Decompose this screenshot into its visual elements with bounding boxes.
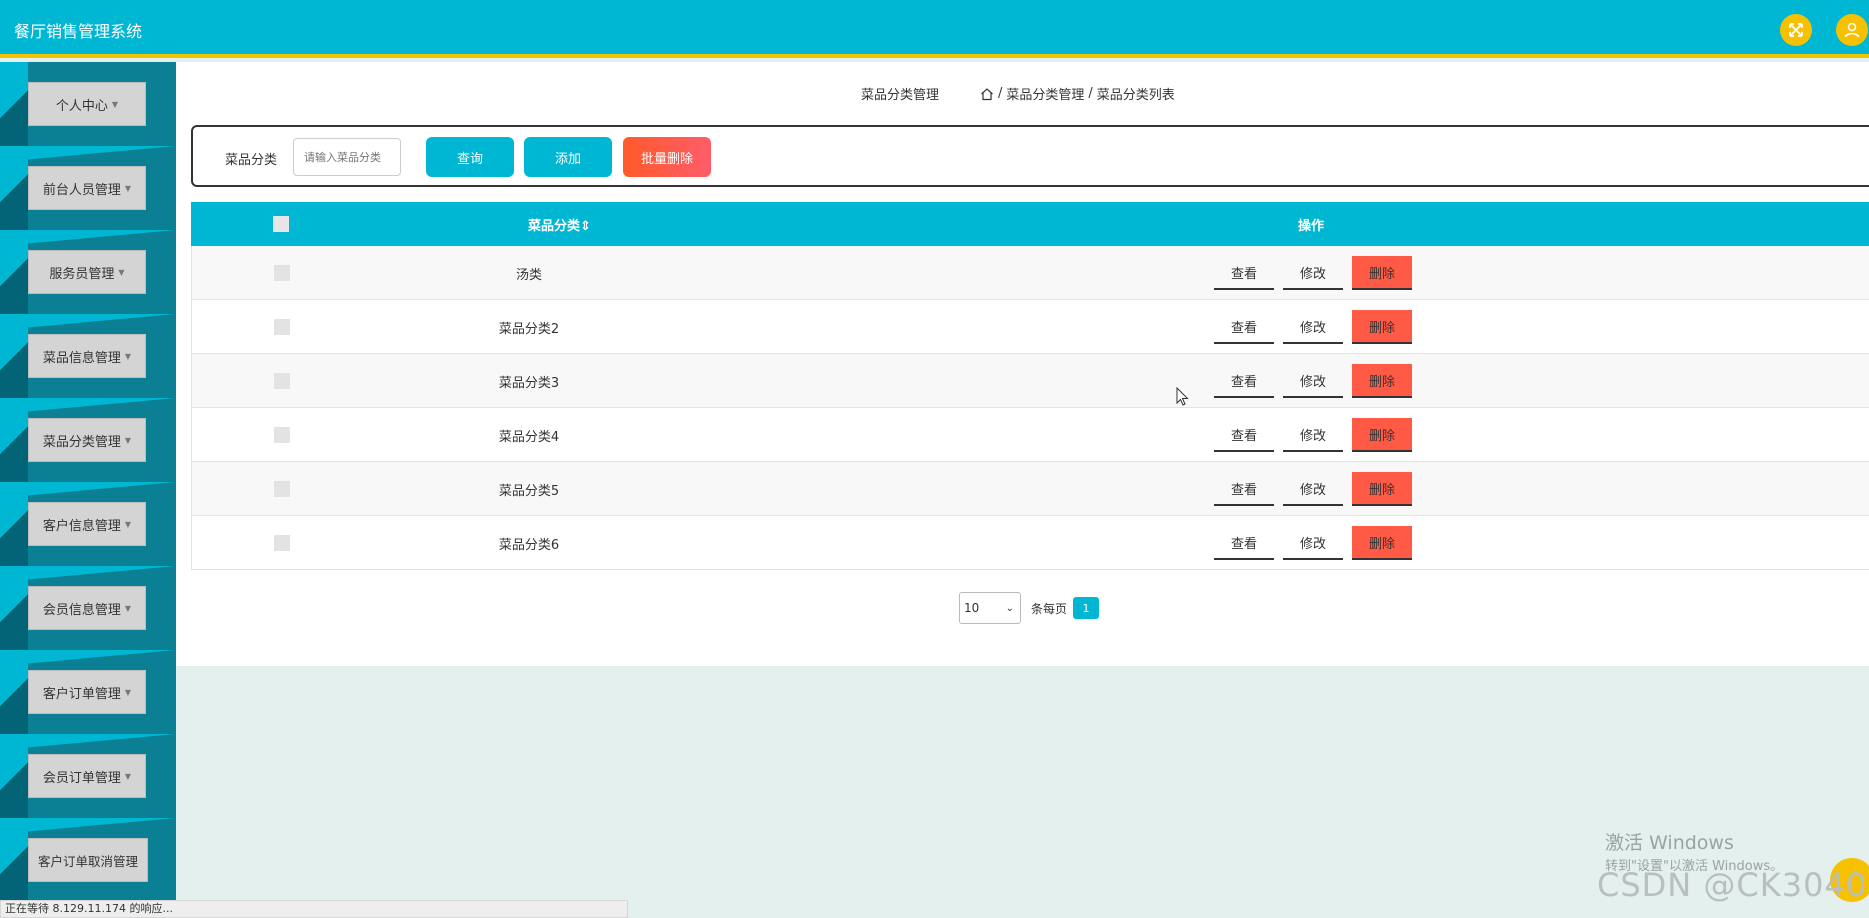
add-button[interactable]: 添加 [524,137,612,177]
sidebar-item-label: 菜品分类管理 [42,434,121,450]
search-label: 菜品分类 [225,153,278,168]
sidebar-item-member-info[interactable]: 会员信息管理 ▼ [0,566,176,650]
row-checkbox[interactable] [274,535,290,551]
category-name-cell: 汤类 [515,268,542,283]
app-title: 餐厅销售管理系统 [14,22,143,41]
edit-button[interactable]: 修改 [1283,256,1343,290]
row-checkbox[interactable] [274,481,290,497]
per-page-label: 条每页 [1031,601,1068,616]
sidebar-item-label: 菜品信息管理 [42,350,121,366]
sidebar: 个人中心 ▼ 前台人员管理 ▼ 服务员管理 ▼ 菜品信息管理 ▼ 菜品分类管理 ▼ 客户信… [0,62,176,918]
sidebar-item-label: 客户订单管理 [42,686,121,702]
row-checkbox[interactable] [274,265,290,281]
top-header: 餐厅销售管理系统 [0,0,1869,58]
sidebar-item-label: 前台人员管理 [42,182,121,198]
view-button[interactable]: 查看 [1214,418,1274,452]
sidebar-item-order-cancel[interactable]: 客户订单取消管理 [0,818,176,902]
sidebar-item-label: 个人中心 [55,98,108,114]
chevron-down-icon: ⌄ [1005,602,1014,614]
search-input[interactable] [293,138,401,176]
sidebar-item-dish-category[interactable]: 菜品分类管理 ▼ [0,398,176,482]
caret-down-icon: ▼ [124,771,132,781]
row-checkbox[interactable] [274,427,290,443]
sidebar-item-label: 客户信息管理 [42,518,121,534]
sidebar-item-front-staff[interactable]: 前台人员管理 ▼ [0,146,176,230]
home-icon[interactable] [980,87,994,101]
category-table: 菜品分类⇕ 操作 汤类 查看 修改 删除 菜品分类2 查看 修改 删除 菜品分类… [191,202,1869,570]
csdn-watermark: CSDN @CK3040 [1597,866,1868,904]
delete-button[interactable]: 删除 [1352,310,1412,344]
view-button[interactable]: 查看 [1214,526,1274,560]
sort-icon[interactable]: ⇕ [580,219,591,234]
caret-down-icon: ▼ [111,99,119,109]
edit-button[interactable]: 修改 [1283,526,1343,560]
sidebar-item-waiter[interactable]: 服务员管理 ▼ [0,230,176,314]
caret-down-icon: ▼ [124,435,132,445]
delete-button[interactable]: 删除 [1352,364,1412,398]
sidebar-item-label: 客户订单取消管理 [37,853,138,869]
windows-activation-title: 激活 Windows [1605,832,1734,854]
caret-down-icon: ▼ [124,687,132,697]
edit-button[interactable]: 修改 [1283,364,1343,398]
sidebar-item-label: 服务员管理 [49,266,115,282]
sidebar-item-member-order[interactable]: 会员订单管理 ▼ [0,734,176,818]
caret-down-icon: ▼ [124,519,132,529]
view-button[interactable]: 查看 [1214,310,1274,344]
delete-button[interactable]: 删除 [1352,472,1412,506]
select-all-checkbox[interactable] [273,216,289,232]
view-button[interactable]: 查看 [1214,256,1274,290]
mouse-cursor-icon [1176,387,1189,406]
category-name-cell: 菜品分类5 [498,484,560,499]
row-checkbox[interactable] [274,373,290,389]
fullscreen-icon [1789,23,1803,37]
column-header-category[interactable]: 菜品分类⇕ [528,215,591,234]
delete-button[interactable]: 删除 [1352,418,1412,452]
sidebar-item-personal-center[interactable]: 个人中心 ▼ [0,62,176,146]
category-name-cell: 菜品分类3 [498,376,560,391]
pagination: 10 ⌄ 条每页 1 [959,592,1100,624]
category-name-cell: 菜品分类6 [498,538,560,553]
sidebar-item-customer-order[interactable]: 客户订单管理 ▼ [0,650,176,734]
fullscreen-button[interactable] [1780,14,1812,46]
table-row: 菜品分类6 查看 修改 删除 [191,516,1869,570]
edit-button[interactable]: 修改 [1283,472,1343,506]
table-row: 菜品分类2 查看 修改 删除 [191,300,1869,354]
query-button[interactable]: 查询 [426,137,514,177]
page-size-select[interactable]: 10 ⌄ [959,592,1021,624]
category-name-cell: 菜品分类4 [498,430,560,445]
caret-down-icon: ▼ [124,603,132,613]
user-button[interactable] [1836,14,1868,46]
table-header: 菜品分类⇕ 操作 [191,202,1869,246]
edit-button[interactable]: 修改 [1283,418,1343,452]
delete-button[interactable]: 删除 [1352,256,1412,290]
table-row: 菜品分类5 查看 修改 删除 [191,462,1869,516]
page-title: 菜品分类管理 [861,88,940,103]
delete-button[interactable]: 删除 [1352,526,1412,560]
breadcrumb: / 菜品分类管理 / 菜品分类列表 [980,84,1175,103]
user-icon [1844,22,1860,38]
page-number-button[interactable]: 1 [1073,597,1100,619]
sidebar-item-dish-info[interactable]: 菜品信息管理 ▼ [0,314,176,398]
column-header-actions: 操作 [1298,219,1325,234]
edit-button[interactable]: 修改 [1283,310,1343,344]
view-button[interactable]: 查看 [1214,472,1274,506]
breadcrumb-item[interactable]: 菜品分类管理 [1006,84,1084,103]
caret-down-icon: ▼ [118,267,125,277]
category-name-cell: 菜品分类2 [498,322,560,337]
caret-down-icon: ▼ [124,183,132,193]
search-panel: 菜品分类 查询 添加 批量删除 [191,125,1869,187]
table-row: 菜品分类4 查看 修改 删除 [191,408,1869,462]
sidebar-item-customer-info[interactable]: 客户信息管理 ▼ [0,482,176,566]
table-row: 汤类 查看 修改 删除 [191,246,1869,300]
caret-down-icon: ▼ [124,351,132,361]
batch-delete-button[interactable]: 批量删除 [623,137,711,177]
main-content: 菜品分类管理 / 菜品分类管理 / 菜品分类列表 菜品分类 查询 添加 批量删除… [176,62,1869,666]
browser-status-bar: 正在等待 8.129.11.174 的响应... [0,900,628,918]
table-row: 菜品分类3 查看 修改 删除 [191,354,1869,408]
breadcrumb-item: 菜品分类列表 [1096,88,1175,103]
view-button[interactable]: 查看 [1214,364,1274,398]
sidebar-item-label: 会员信息管理 [42,602,121,618]
sidebar-item-label: 会员订单管理 [42,770,121,786]
row-checkbox[interactable] [274,319,290,335]
